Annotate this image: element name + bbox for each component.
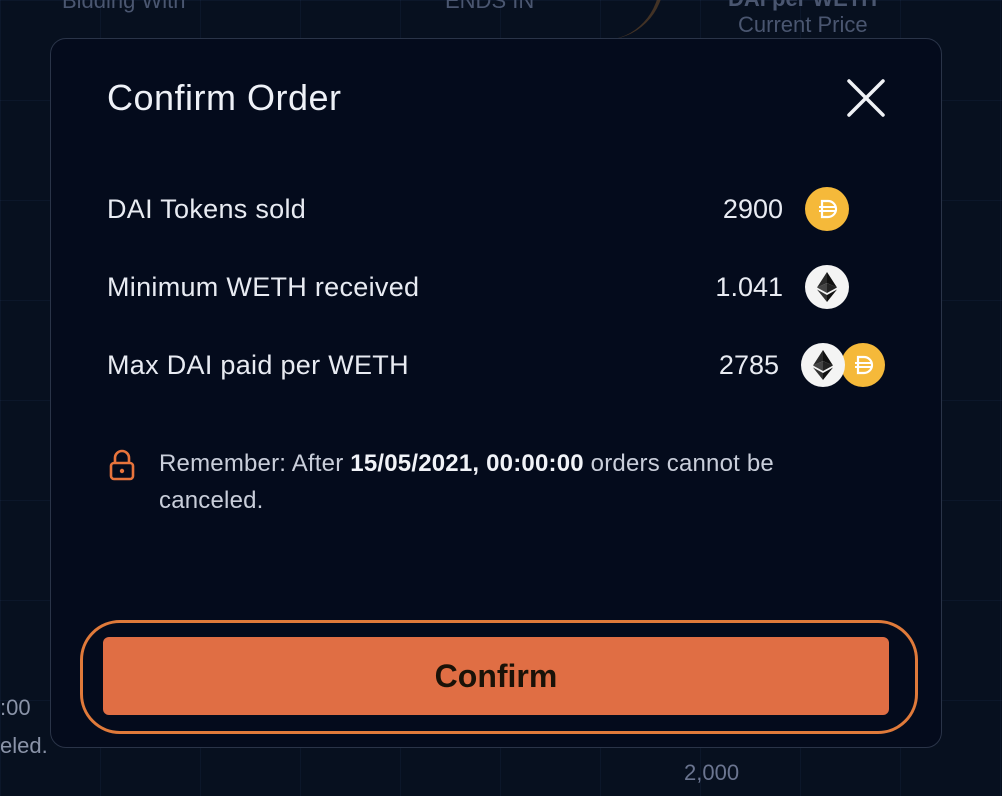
row-value: 2785 <box>718 349 779 380</box>
price-heading: DAI per WETH <box>728 0 877 12</box>
confirm-button[interactable]: Confirm <box>103 637 889 715</box>
order-row-max-dai-per-weth: Max DAI paid per WETH 2785 <box>107 342 885 388</box>
lock-icon <box>109 449 135 481</box>
row-label: Max DAI paid per WETH <box>107 349 409 380</box>
eth-dai-pair-icon <box>801 343 885 387</box>
chart-axis-tick: 2,000 <box>684 760 740 785</box>
close-button[interactable] <box>845 77 887 119</box>
ends-in-label: ENDS IN <box>445 0 535 13</box>
row-value: 2900 <box>722 193 783 224</box>
close-icon <box>847 79 885 117</box>
dai-token-icon <box>841 343 885 387</box>
notice-datetime: 15/05/2021, 00:00:00 <box>350 450 584 477</box>
eth-token-icon <box>801 343 845 387</box>
cancellation-notice: Remember: After 15/05/2021, 00:00:00 ord… <box>109 445 869 519</box>
order-row-dai-sold: DAI Tokens sold 2900 <box>107 186 885 232</box>
row-label: DAI Tokens sold <box>107 193 307 224</box>
confirm-order-modal: Confirm Order DAI Tokens sold 2900 Minim… <box>50 38 942 748</box>
notice-text: Remember: After 15/05/2021, 00:00:00 ord… <box>159 445 869 519</box>
order-row-min-weth: Minimum WETH received 1.041 <box>107 264 885 310</box>
modal-title: Confirm Order <box>107 77 342 118</box>
bidding-with-label: Bidding With <box>62 0 186 13</box>
background-time-fragment: :00 <box>0 695 31 720</box>
row-label: Minimum WETH received <box>107 271 420 302</box>
background-text-fragment: eled. <box>0 733 48 758</box>
dai-token-icon <box>805 187 849 231</box>
row-value: 1.041 <box>715 271 783 302</box>
eth-token-icon <box>805 265 849 309</box>
notice-prefix: Remember: After <box>159 450 351 477</box>
current-price-label: Current Price <box>738 12 868 37</box>
